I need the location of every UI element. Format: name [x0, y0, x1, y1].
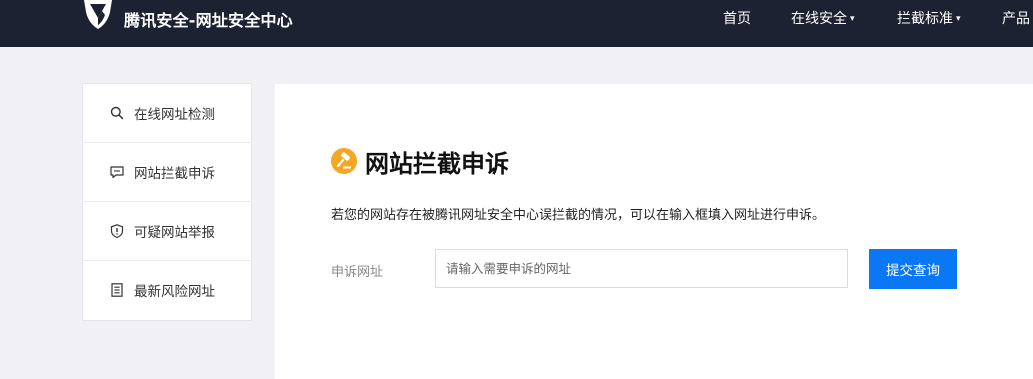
tencent-shield-logo-icon[interactable]	[81, 0, 115, 30]
chevron-down-icon: ▾	[850, 14, 855, 24]
chat-icon	[110, 166, 124, 179]
sidebar-menu: 在线网址检测 网站拦截申诉 可疑网站举报 最新风险网址	[82, 83, 252, 321]
site-brand-title[interactable]: 腾讯安全-网址安全中心	[124, 7, 293, 31]
nav-products[interactable]: 产品	[1002, 8, 1030, 28]
page-title: 网站拦截申诉	[365, 150, 509, 178]
list-document-icon	[111, 283, 123, 297]
nav-block-standard[interactable]: 拦截标准 ▾	[897, 8, 961, 28]
appeal-description: 若您的网站存在被腾讯网址安全中心误拦截的情况，可以在输入框填入网址进行申诉。	[331, 208, 826, 223]
shield-alert-icon	[110, 224, 124, 239]
sidebar-item-online-url-check[interactable]: 在线网址检测	[83, 84, 251, 143]
sidebar-item-label: 网站拦截申诉	[134, 166, 215, 182]
nav-products-label: 产品	[1002, 11, 1030, 27]
appeal-url-input[interactable]	[435, 249, 848, 288]
sidebar-item-label: 最新风险网址	[134, 284, 215, 300]
sidebar-item-label: 可疑网站举报	[134, 225, 215, 241]
search-icon	[110, 106, 124, 120]
top-navigation-bar: 腾讯安全-网址安全中心 首页 在线安全 ▾ 拦截标准 ▾ 产品	[0, 0, 1033, 47]
chevron-down-icon: ▾	[956, 14, 961, 24]
nav-home-label: 首页	[723, 11, 751, 27]
nav-block-standard-label: 拦截标准	[897, 11, 953, 27]
nav-online-security-label: 在线安全	[791, 11, 847, 27]
submit-query-button[interactable]: 提交查询	[869, 249, 957, 289]
sidebar-item-latest-risk-urls[interactable]: 最新风险网址	[83, 261, 251, 319]
appeal-panel: 网站拦截申诉 若您的网站存在被腾讯网址安全中心误拦截的情况，可以在输入框填入网址…	[275, 84, 1033, 379]
nav-online-security[interactable]: 在线安全 ▾	[791, 8, 855, 28]
nav-home[interactable]: 首页	[723, 8, 751, 28]
sidebar-item-label: 在线网址检测	[134, 107, 215, 123]
sidebar-item-report-suspicious[interactable]: 可疑网站举报	[83, 202, 251, 261]
gavel-icon	[331, 148, 357, 174]
sidebar-item-block-appeal[interactable]: 网站拦截申诉	[83, 143, 251, 202]
appeal-url-label: 申诉网址	[331, 265, 384, 280]
